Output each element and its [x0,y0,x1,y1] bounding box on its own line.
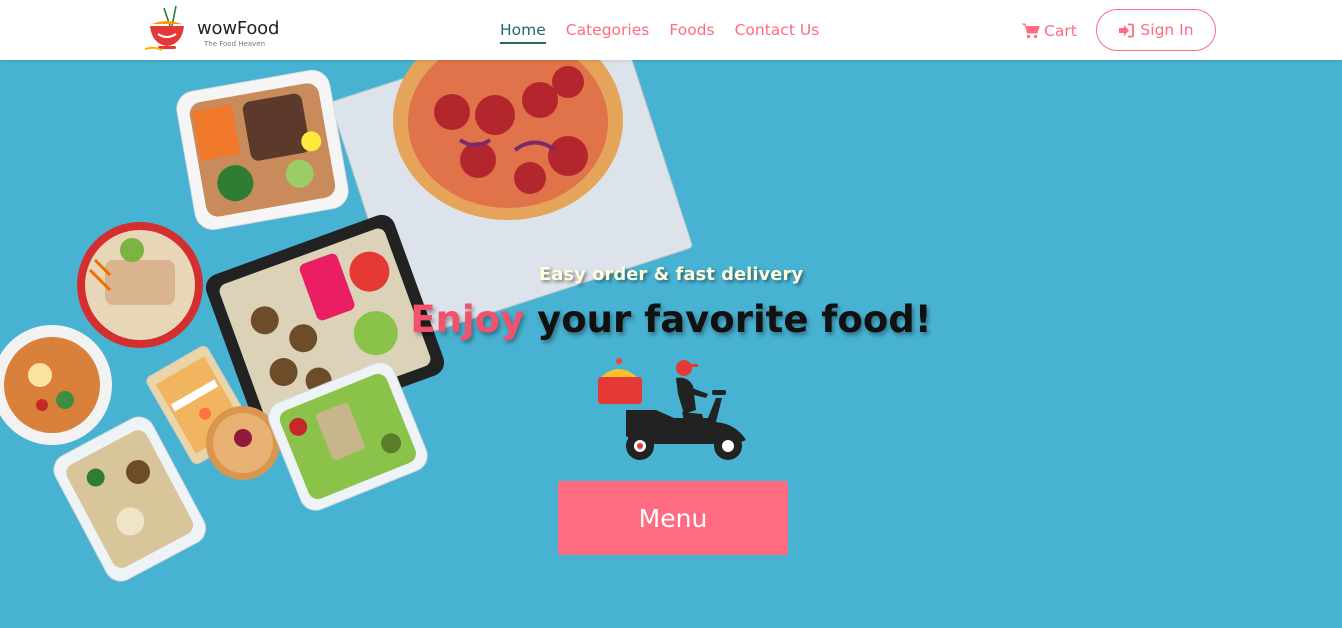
brand-name: wowFood [197,18,280,39]
navbar: wowFood The Food Heaven Home Categories … [0,0,1342,60]
nav-link-foods[interactable]: Foods [669,20,714,44]
hero-tagline-text: Easy order & fast delivery [538,264,804,285]
sign-in-icon [1119,23,1135,37]
delivery-scooter-icon [598,358,746,460]
menu-button[interactable]: Menu [558,481,788,555]
shopping-cart-icon [1022,23,1040,39]
hero-headline: Enjoy your favorite food! [0,298,1342,341]
nav-link-categories[interactable]: Categories [566,20,650,44]
hero-section: Easy order & fast delivery Enjoy your fa… [0,60,1342,628]
noodle-bowl-icon [144,5,184,51]
menu-button-label: Menu [638,503,708,533]
brand-logo[interactable]: wowFood The Food Heaven [142,4,292,54]
brand-tagline: The Food Heaven [204,40,266,48]
nav-link-contact-us[interactable]: Contact Us [735,20,820,44]
hero-tagline: Easy order & fast delivery [0,264,1342,285]
cart-label: Cart [1044,22,1077,40]
nav-link-home[interactable]: Home [500,20,546,44]
main-nav: Home Categories Foods Contact Us [500,20,819,44]
sign-in-label: Sign In [1140,21,1194,39]
cart-link[interactable]: Cart [1022,20,1077,42]
hero-headline-accent: Enjoy [410,298,525,341]
hero-headline-rest: your favorite food! [524,298,932,341]
sign-in-button[interactable]: Sign In [1096,9,1216,51]
